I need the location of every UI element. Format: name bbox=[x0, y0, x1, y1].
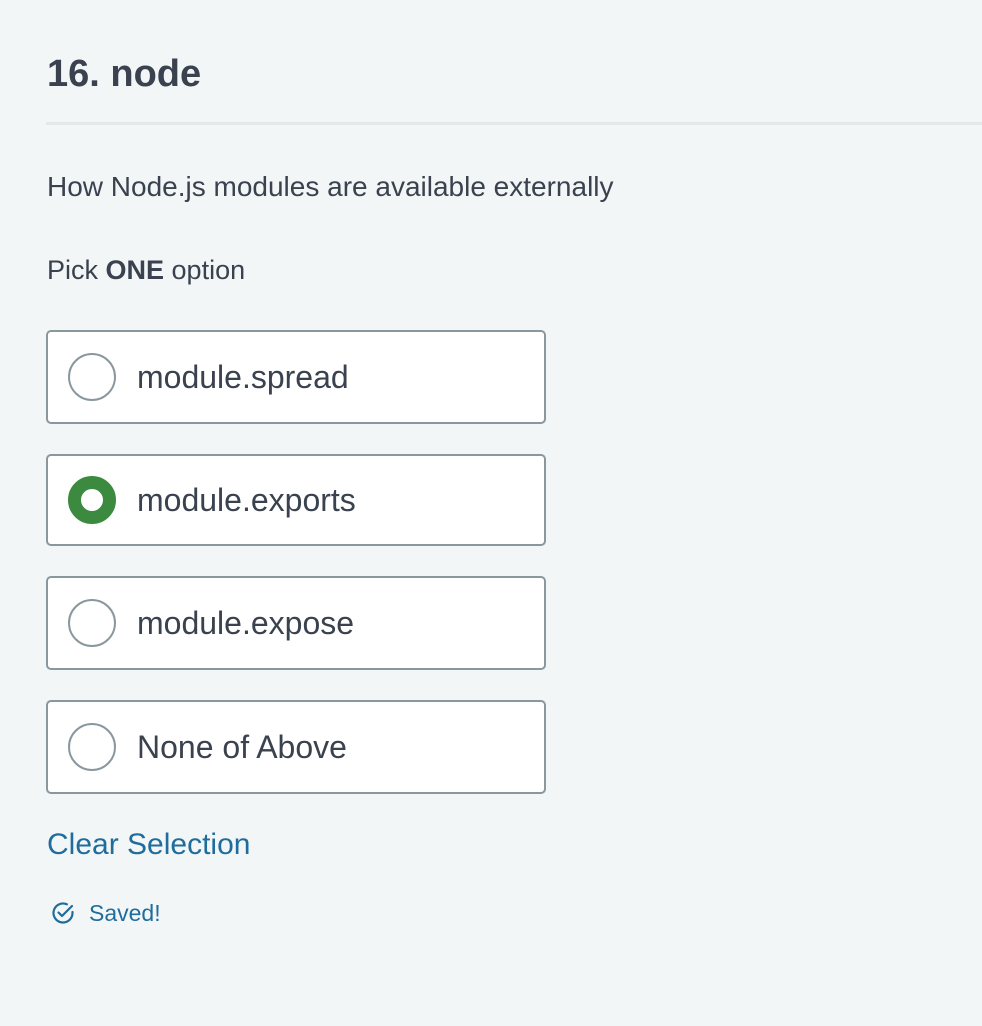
radio-button[interactable] bbox=[68, 723, 116, 771]
saved-status-text: Saved! bbox=[89, 900, 161, 926]
instruction-suffix: option bbox=[164, 255, 246, 285]
option-module-spread[interactable]: module.spread bbox=[46, 330, 546, 424]
question-page: 16. node How Node.js modules are availab… bbox=[0, 0, 982, 1026]
option-module-expose[interactable]: module.expose bbox=[46, 576, 546, 670]
radio-button[interactable] bbox=[68, 599, 116, 647]
radio-button-selected[interactable] bbox=[68, 476, 116, 524]
save-status: Saved! bbox=[50, 898, 161, 928]
question-title: 16. node bbox=[47, 53, 202, 95]
check-circle-icon bbox=[52, 902, 74, 924]
answer-options: module.spread module.exports module.expo… bbox=[46, 330, 546, 824]
radio-button[interactable] bbox=[68, 353, 116, 401]
option-label: module.spread bbox=[137, 359, 349, 395]
instruction-prefix: Pick bbox=[47, 255, 106, 285]
clear-selection-link[interactable]: Clear Selection bbox=[47, 825, 250, 865]
instruction-emphasis: ONE bbox=[105, 255, 165, 285]
question-text: How Node.js modules are available extern… bbox=[47, 171, 614, 202]
option-label: None of Above bbox=[137, 729, 347, 765]
instruction-text: Pick ONE option bbox=[47, 252, 245, 288]
option-module-exports[interactable]: module.exports bbox=[46, 454, 546, 546]
option-none-of-above[interactable]: None of Above bbox=[46, 700, 546, 794]
divider bbox=[46, 122, 982, 125]
option-label: module.exports bbox=[137, 482, 356, 518]
option-label: module.expose bbox=[137, 605, 355, 641]
